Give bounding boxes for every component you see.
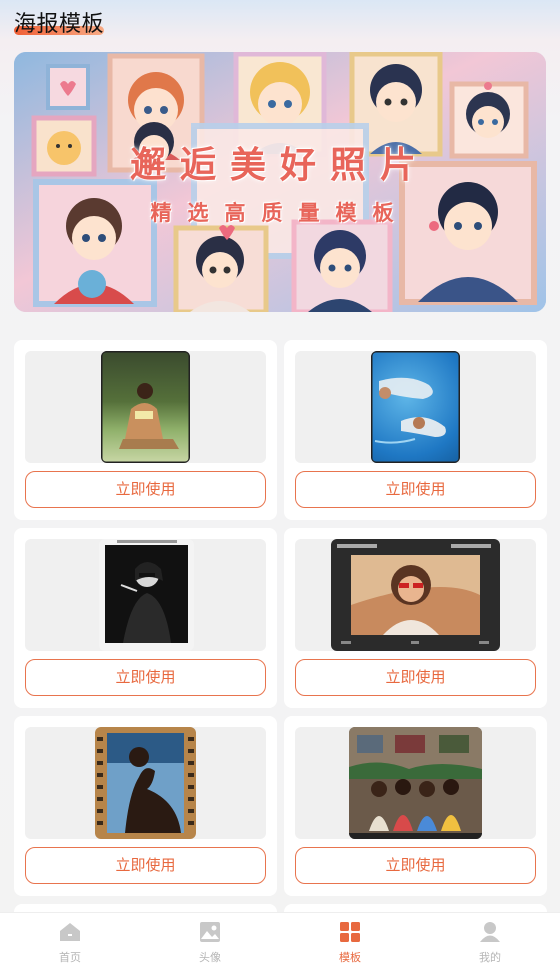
grid-icon [340, 922, 360, 942]
template-card[interactable]: 立即使用 [284, 340, 547, 520]
use-template-button[interactable]: 立即使用 [295, 659, 536, 696]
page-title-text: 海报模板 [14, 12, 105, 37]
template-thumbnail[interactable] [295, 351, 536, 463]
banner-subtitle: 精选高质量模板 [150, 200, 410, 225]
tab-templates-label: 模板 [339, 951, 361, 964]
template-thumbnail[interactable] [25, 727, 266, 839]
user-icon [480, 922, 500, 942]
template-card[interactable]: 立即使用 [14, 340, 277, 520]
banner-title: 邂逅美好照片 [129, 144, 430, 186]
template-card[interactable]: 立即使用 [14, 528, 277, 708]
template-photo [371, 351, 460, 463]
template-photo [349, 727, 482, 839]
tab-home-label: 首页 [59, 951, 81, 964]
template-card[interactable]: 立即使用 [14, 716, 277, 896]
template-thumbnail[interactable] [295, 727, 536, 839]
template-thumbnail[interactable] [25, 539, 266, 651]
use-template-button[interactable]: 立即使用 [25, 471, 266, 508]
template-photo [331, 539, 500, 651]
tab-avatar-label: 头像 [199, 951, 221, 964]
tab-mine[interactable]: 我的 [420, 913, 560, 970]
use-template-button[interactable]: 立即使用 [295, 471, 536, 508]
template-thumbnail[interactable] [25, 351, 266, 463]
template-card[interactable]: 立即使用 [284, 716, 547, 896]
template-photo [99, 539, 194, 651]
template-photo [101, 351, 190, 463]
use-template-button[interactable]: 立即使用 [25, 659, 266, 696]
tab-avatar[interactable]: 头像 [140, 913, 280, 970]
tab-mine-label: 我的 [479, 951, 501, 964]
use-template-button[interactable]: 立即使用 [25, 847, 266, 884]
page-title: 海报模板 [14, 6, 104, 38]
use-template-button[interactable]: 立即使用 [295, 847, 536, 884]
template-thumbnail[interactable] [295, 539, 536, 651]
hero-banner[interactable]: 邂逅美好照片 精选高质量模板 [14, 52, 546, 312]
image-icon [200, 922, 220, 942]
home-icon [60, 923, 80, 941]
tab-templates[interactable]: 模板 [280, 913, 420, 970]
template-photo [95, 727, 196, 839]
template-card[interactable]: 立即使用 [284, 528, 547, 708]
tab-home[interactable]: 首页 [0, 913, 140, 970]
bottom-tab-bar: 首页 头像 模板 我的 [0, 912, 560, 970]
